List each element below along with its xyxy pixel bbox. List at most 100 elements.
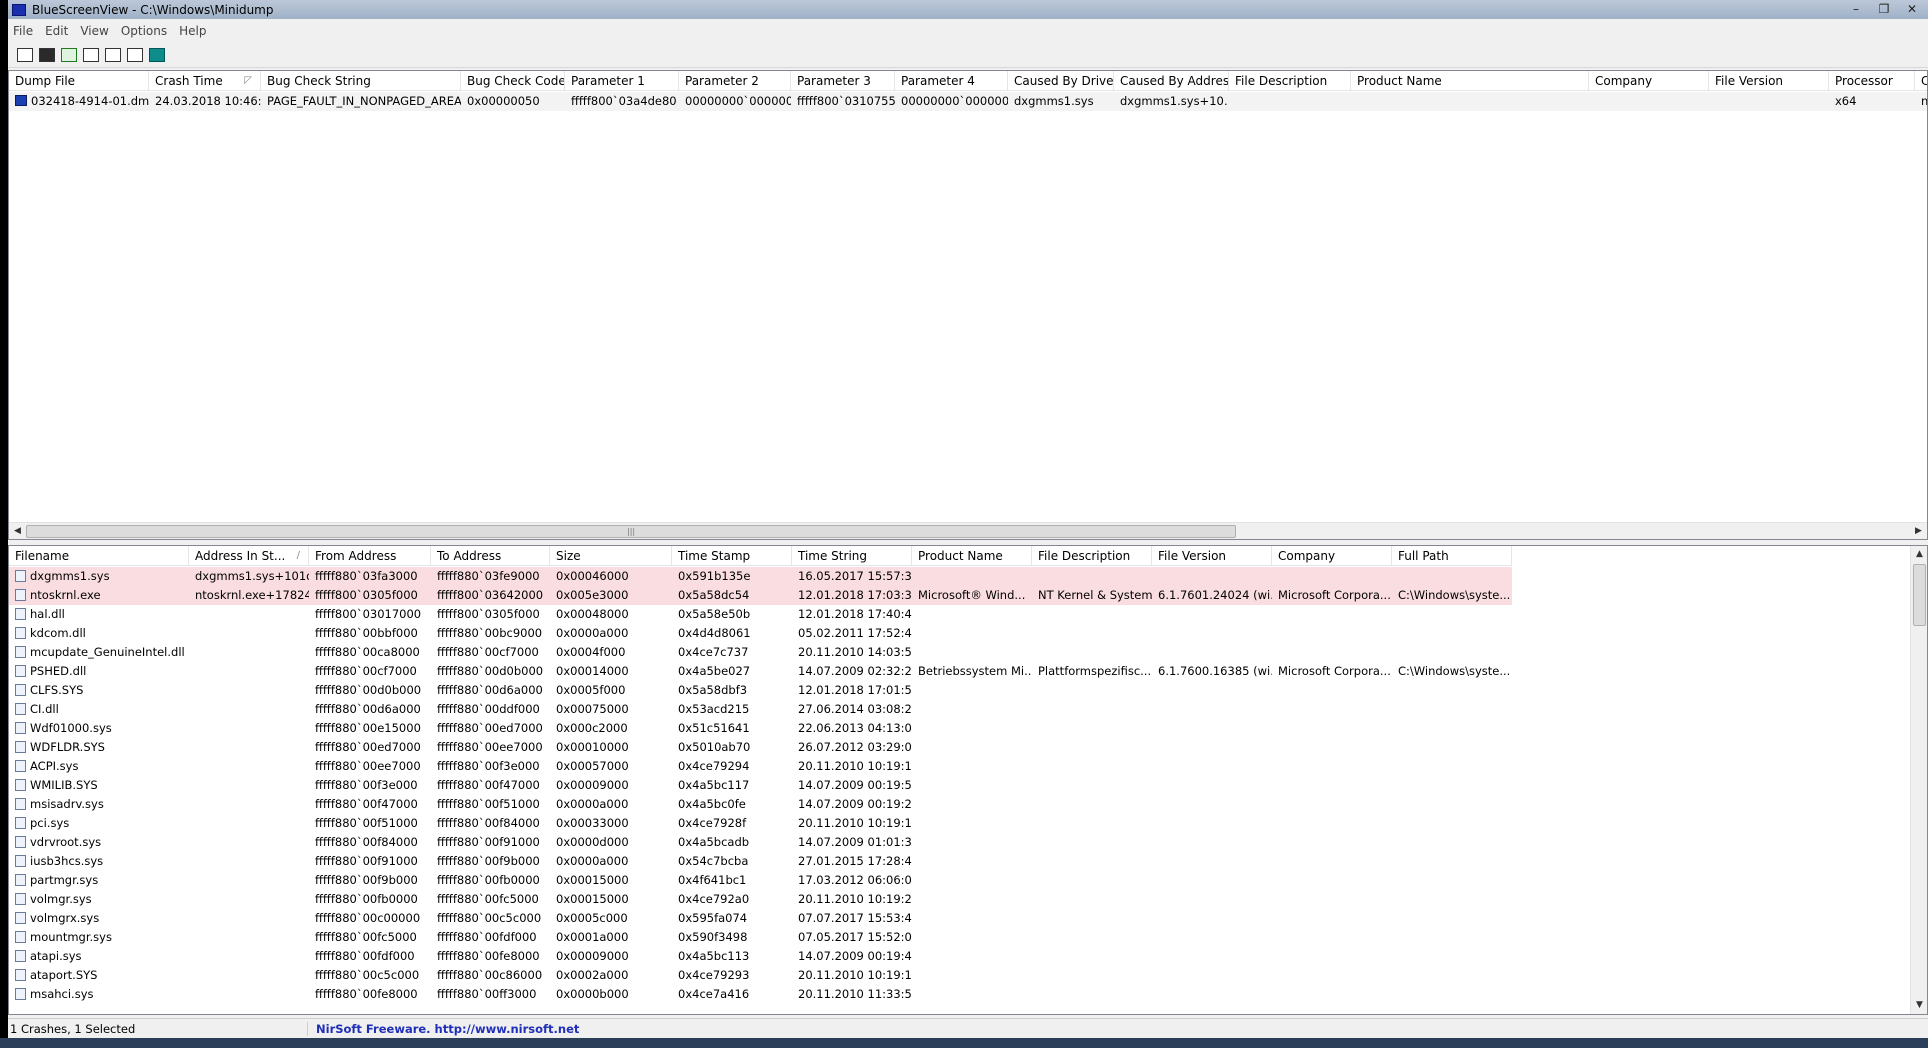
module-column-header[interactable]: Time Stamp bbox=[672, 546, 792, 566]
dump-column-header[interactable]: File Version bbox=[1709, 71, 1829, 91]
dump-column-header[interactable]: Caused By Driver bbox=[1008, 71, 1114, 91]
module-row-cell-text: 0x00046000 bbox=[556, 569, 629, 583]
module-row[interactable]: ataport.SYS fffff880`00c5c000 fffff880`00c… bbox=[9, 966, 1512, 985]
nirsoft-link[interactable]: NirSoft Freeware. http://www.nirsoft.net bbox=[308, 1022, 579, 1036]
menu-help[interactable]: Help bbox=[174, 24, 213, 38]
module-row-cell-text: 12.01.2018 17:03:32 bbox=[798, 588, 912, 602]
module-row[interactable]: vdrvroot.sys fffff880`00f84000 fffff880`00… bbox=[9, 833, 1512, 852]
module-row[interactable]: Wdf01000.sys fffff880`00e15000 fffff880`00… bbox=[9, 719, 1512, 738]
minimize-button[interactable]: – bbox=[1842, 0, 1870, 17]
scroll-up-arrow-icon[interactable]: ▲ bbox=[1911, 546, 1927, 563]
module-row[interactable]: CLFS.SYS fffff880`00d0b000 fffff880`00d6a0… bbox=[9, 681, 1512, 700]
properties-button[interactable] bbox=[102, 44, 124, 66]
module-row[interactable]: msahci.sys fffff880`00fe8000 fffff880`00ff… bbox=[9, 985, 1512, 1004]
module-row[interactable]: PSHED.dll fffff880`00cf7000 fffff880`00d0b… bbox=[9, 662, 1512, 681]
module-row-cell-text: 14.07.2009 02:32:23 bbox=[798, 664, 912, 678]
module-column-header[interactable]: Product Name bbox=[912, 546, 1032, 566]
module-row[interactable]: WMILIB.SYS fffff880`00f3e000 fffff880`00f4… bbox=[9, 776, 1512, 795]
module-row-cell: 0x5010ab70 bbox=[672, 738, 792, 757]
module-row[interactable]: WDFLDR.SYS fffff880`00ed7000 fffff880`00ee… bbox=[9, 738, 1512, 757]
module-row[interactable]: msisadrv.sys fffff880`00f47000 fffff880`00… bbox=[9, 795, 1512, 814]
module-column-header[interactable]: Company bbox=[1272, 546, 1392, 566]
vertical-scroll-thumb[interactable] bbox=[1913, 564, 1926, 626]
module-row-cell-text: mountmgr.sys bbox=[30, 930, 112, 944]
dump-column-header[interactable]: Parameter 1 bbox=[565, 71, 679, 91]
module-row-cell-text: 27.06.2014 03:08:21 bbox=[798, 702, 912, 716]
dump-column-header[interactable]: Parameter 2 bbox=[679, 71, 791, 91]
dump-column-header[interactable]: Bug Check String bbox=[261, 71, 461, 91]
module-row-cell: fffff880`00d0b000 bbox=[431, 662, 550, 681]
module-column-header[interactable]: From Address bbox=[309, 546, 431, 566]
module-row[interactable]: volmgr.sys fffff880`00fb0000 fffff880`00fc… bbox=[9, 890, 1512, 909]
menu-options[interactable]: Options bbox=[116, 24, 174, 38]
dump-column-header[interactable]: Cra bbox=[1915, 71, 1927, 91]
dump-column-header[interactable]: Parameter 4 bbox=[895, 71, 1008, 91]
maximize-button[interactable]: ❐ bbox=[1870, 0, 1898, 17]
module-row-cell: Microsoft Corpora... bbox=[1272, 662, 1392, 681]
menu-file[interactable]: File bbox=[8, 24, 40, 38]
dump-column-header[interactable]: Product Name bbox=[1351, 71, 1589, 91]
module-row-cell bbox=[1152, 757, 1272, 776]
module-row[interactable]: pci.sys fffff880`00f51000 fffff880`00f8400… bbox=[9, 814, 1512, 833]
module-list-pane[interactable]: Filename Address In St... / From Address To … bbox=[8, 545, 1928, 1015]
module-column-header[interactable]: File Version bbox=[1152, 546, 1272, 566]
scroll-down-arrow-icon[interactable]: ▼ bbox=[1911, 997, 1927, 1014]
scroll-right-arrow-icon[interactable]: ▶ bbox=[1910, 523, 1927, 539]
module-column-header[interactable]: Address In St... / bbox=[189, 546, 309, 566]
find-button[interactable] bbox=[124, 44, 146, 66]
module-row-cell: fffff880`00f84000 bbox=[431, 814, 550, 833]
dump-column-header[interactable]: Company bbox=[1589, 71, 1709, 91]
module-column-header[interactable]: Full Path bbox=[1392, 546, 1512, 566]
module-row[interactable]: mountmgr.sys fffff880`00fc5000 fffff880`00… bbox=[9, 928, 1512, 947]
module-row-cell-text: 0x00033000 bbox=[556, 816, 629, 830]
horizontal-scrollbar[interactable]: ◀ ||| ▶ bbox=[9, 522, 1927, 539]
copy-button[interactable] bbox=[80, 44, 102, 66]
module-row[interactable]: dxgmms1.sys dxgmms1.sys+101df fffff880`03f… bbox=[9, 567, 1512, 586]
module-list-header: Filename Address In St... / From Address To … bbox=[9, 546, 1512, 566]
module-row-cell: 0x53acd215 bbox=[672, 700, 792, 719]
dump-list-pane[interactable]: Dump File Crash Time ◸ Bug Check String Bug … bbox=[8, 70, 1928, 540]
horizontal-scroll-thumb[interactable]: ||| bbox=[26, 525, 1236, 538]
module-row[interactable]: partmgr.sys fffff880`00f9b000 fffff880`00f… bbox=[9, 871, 1512, 890]
module-column-header[interactable]: Size bbox=[550, 546, 672, 566]
dump-row[interactable]: 032418-4914-01.dmp 24.03.2018 10:46:48 PAG… bbox=[9, 92, 1927, 111]
module-row[interactable]: hal.dll fffff800`03017000 fffff800`0305f00… bbox=[9, 605, 1512, 624]
module-row-cell bbox=[1272, 985, 1392, 1004]
module-row[interactable]: atapi.sys fffff880`00fdf000 fffff880`00fe8… bbox=[9, 947, 1512, 966]
module-column-header[interactable]: Filename bbox=[9, 546, 189, 566]
module-column-header[interactable]: To Address bbox=[431, 546, 550, 566]
dump-column-header[interactable]: Dump File bbox=[9, 71, 149, 91]
title-bar[interactable]: BlueScreenView - C:\Windows\Minidump – ❐… bbox=[8, 0, 1928, 19]
module-row[interactable]: ntoskrnl.exe ntoskrnl.exe+17824d fffff800`… bbox=[9, 586, 1512, 605]
menu-edit[interactable]: Edit bbox=[40, 24, 75, 38]
close-button[interactable]: ✕ bbox=[1898, 0, 1926, 17]
module-row[interactable]: ACPI.sys fffff880`00ee7000 fffff880`00f3e0… bbox=[9, 757, 1512, 776]
module-row-cell bbox=[1152, 890, 1272, 909]
module-row[interactable]: volmgrx.sys fffff880`00c00000 fffff880`00c… bbox=[9, 909, 1512, 928]
dump-column-header[interactable]: File Description bbox=[1229, 71, 1351, 91]
module-column-header[interactable]: Time String bbox=[792, 546, 912, 566]
menu-view[interactable]: View bbox=[75, 24, 115, 38]
dump-column-header[interactable]: Parameter 3 bbox=[791, 71, 895, 91]
dump-column-header[interactable]: Processor bbox=[1829, 71, 1915, 91]
dump-column-header[interactable]: Crash Time ◸ bbox=[149, 71, 261, 91]
vertical-scrollbar[interactable]: ▲ ▼ bbox=[1910, 546, 1927, 1014]
module-row-cell-text: 0x0004f000 bbox=[556, 645, 626, 659]
module-row-cell: CLFS.SYS bbox=[9, 681, 189, 700]
module-row[interactable]: CI.dll fffff880`00d6a000 fffff880`00ddf000… bbox=[9, 700, 1512, 719]
module-row[interactable]: iusb3hcs.sys fffff880`00f91000 fffff880`00… bbox=[9, 852, 1512, 871]
dump-column-header[interactable]: Bug Check Code bbox=[461, 71, 565, 91]
refresh-button[interactable] bbox=[58, 44, 80, 66]
module-row-cell-text: 0x4a5bcadb bbox=[678, 835, 750, 849]
dump-column-header-label: File Description bbox=[1235, 74, 1328, 88]
module-row[interactable]: mcupdate_GenuineIntel.dll fffff880`00ca80… bbox=[9, 643, 1512, 662]
scroll-left-arrow-icon[interactable]: ◀ bbox=[9, 523, 26, 539]
save-button[interactable] bbox=[36, 44, 58, 66]
exit-button[interactable] bbox=[146, 44, 168, 66]
grip-icon: ||| bbox=[627, 527, 636, 536]
dump-column-header[interactable]: Caused By Address bbox=[1114, 71, 1229, 91]
module-column-header[interactable]: File Description bbox=[1032, 546, 1152, 566]
save-html-button[interactable] bbox=[14, 44, 36, 66]
module-row-cell-text: fffff880`03fa3000 bbox=[315, 569, 418, 583]
module-row[interactable]: kdcom.dll fffff880`00bbf000 fffff880`00bc9… bbox=[9, 624, 1512, 643]
